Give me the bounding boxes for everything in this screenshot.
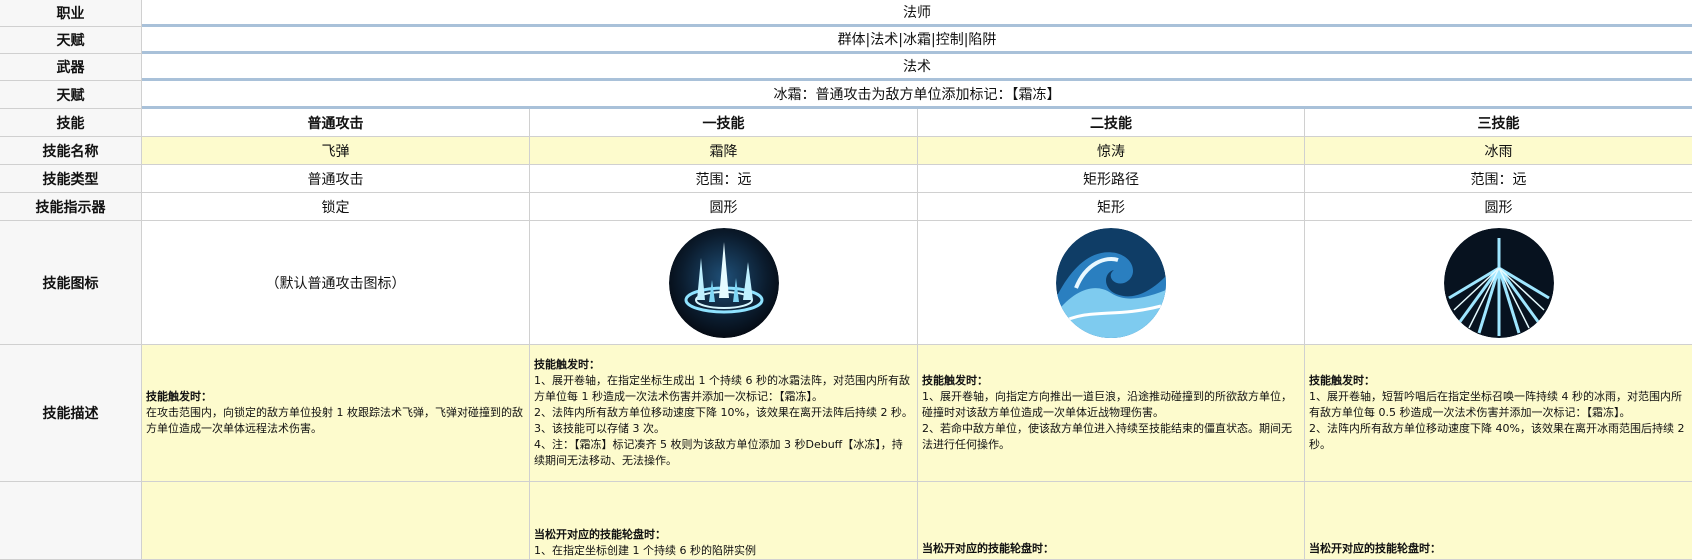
skill-indicator-cell[interactable]: 圆形 xyxy=(1305,193,1692,221)
class-value[interactable]: 法师 xyxy=(142,0,1692,27)
row-label[interactable]: 技能图标 xyxy=(0,221,142,345)
row-skill-header: 技能 普通攻击 一技能 二技能 三技能 xyxy=(0,109,1692,137)
skill-type-cell[interactable]: 范围：远 xyxy=(1305,165,1692,193)
row-skill-type: 技能类型 普通攻击 范围：远 矩形路径 范围：远 xyxy=(0,165,1692,193)
col-header[interactable]: 普通攻击 xyxy=(142,109,530,137)
desc-line: 2、若命中敌方单位，使该敌方单位进入持续至技能结束的僵直状态。期间无法进行任何操… xyxy=(922,422,1292,451)
release-cell[interactable] xyxy=(142,482,530,560)
talent-tags-value[interactable]: 群体|法术|冰霜|控制|陷阱 xyxy=(142,27,1692,54)
skill-type-cell[interactable]: 普通攻击 xyxy=(142,165,530,193)
row-label[interactable]: 技能类型 xyxy=(0,165,142,193)
release-line: 1、在指定坐标创建 1 个持续 6 秒的陷阱实例 xyxy=(534,544,756,557)
desc-line: 2、法阵内所有敌方单位移动速度下降 10%，该效果在离开法阵后持续 2 秒。 xyxy=(534,406,913,419)
desc-line: 3、该技能可以存储 3 次。 xyxy=(534,422,665,435)
col-header[interactable]: 一技能 xyxy=(530,109,918,137)
release-heading: 当松开对应的技能轮盘时： xyxy=(1309,542,1441,555)
skill-desc-cell[interactable]: 技能触发时： 在攻击范围内，向锁定的敌方单位投射 1 枚跟踪法术飞弹，飞弹对碰撞… xyxy=(142,345,530,482)
desc-line: 在攻击范围内，向锁定的敌方单位投射 1 枚跟踪法术飞弹，飞弹对碰撞到的敌方单位造… xyxy=(146,406,523,435)
col-header[interactable]: 二技能 xyxy=(918,109,1305,137)
icon-cell[interactable] xyxy=(1305,221,1692,345)
skill-name-cell[interactable]: 冰雨 xyxy=(1305,137,1692,165)
icon-cell[interactable] xyxy=(918,221,1305,345)
desc-heading: 技能触发时： xyxy=(922,374,988,387)
row-skill-release: 当松开对应的技能轮盘时： 1、在指定坐标创建 1 个持续 6 秒的陷阱实例 当松… xyxy=(0,482,1692,560)
release-cell[interactable]: 当松开对应的技能轮盘时： 1、在指定坐标创建 1 个持续 6 秒的陷阱实例 xyxy=(530,482,918,560)
row-skill-name: 技能名称 飞弹 霜降 惊涛 冰雨 xyxy=(0,137,1692,165)
desc-heading: 技能触发时： xyxy=(1309,374,1375,387)
row-label[interactable]: 技能 xyxy=(0,109,142,137)
weapon-value[interactable]: 法术 xyxy=(142,54,1692,81)
row-label[interactable]: 武器 xyxy=(0,54,142,81)
skill-name-cell[interactable]: 飞弹 xyxy=(142,137,530,165)
row-skill-indicator: 技能指示器 锁定 圆形 矩形 圆形 xyxy=(0,193,1692,221)
skill-desc-cell[interactable]: 技能触发时： 1、展开卷轴，在指定坐标生成出 1 个持续 6 秒的冰霜法阵，对范… xyxy=(530,345,918,482)
release-cell[interactable]: 当松开对应的技能轮盘时： xyxy=(1305,482,1692,560)
row-talent: 天赋 冰霜：普通攻击为敌方单位添加标记：【霜冻】 xyxy=(0,81,1692,109)
skill-desc-cell[interactable]: 技能触发时： 1、展开卷轴，短暂吟唱后在指定坐标召唤一阵持续 4 秒的冰雨，对范… xyxy=(1305,345,1692,482)
desc-line: 1、展开卷轴，向指定方向推出一道巨浪，沿途推动碰撞到的所欲敌方单位，碰撞时对该敌… xyxy=(922,390,1292,419)
skill-type-cell[interactable]: 范围：远 xyxy=(530,165,918,193)
row-label[interactable]: 天赋 xyxy=(0,27,142,54)
frost-circle-icon xyxy=(668,227,779,338)
desc-line: 4、注：【霜冻】标记凑齐 5 枚则为该敌方单位添加 3 秒Debuff【冰冻】，… xyxy=(534,438,903,467)
row-label[interactable]: 技能指示器 xyxy=(0,193,142,221)
row-talent-tags: 天赋 群体|法术|冰霜|控制|陷阱 xyxy=(0,27,1692,54)
skill-type-cell[interactable]: 矩形路径 xyxy=(918,165,1305,193)
skill-indicator-cell[interactable]: 矩形 xyxy=(918,193,1305,221)
release-heading: 当松开对应的技能轮盘时： xyxy=(534,528,666,541)
ice-rain-icon xyxy=(1443,227,1554,338)
skill-desc-cell[interactable]: 技能触发时： 1、展开卷轴，向指定方向推出一道巨浪，沿途推动碰撞到的所欲敌方单位… xyxy=(918,345,1305,482)
desc-line: 1、展开卷轴，短暂吟唱后在指定坐标召唤一阵持续 4 秒的冰雨，对范围内所有敌方单… xyxy=(1309,390,1682,419)
skill-indicator-cell[interactable]: 圆形 xyxy=(530,193,918,221)
talent-value[interactable]: 冰霜：普通攻击为敌方单位添加标记：【霜冻】 xyxy=(142,81,1692,109)
skill-name-cell[interactable]: 惊涛 xyxy=(918,137,1305,165)
skill-name-cell[interactable]: 霜降 xyxy=(530,137,918,165)
row-label[interactable]: 技能描述 xyxy=(0,345,142,482)
row-label[interactable]: 天赋 xyxy=(0,81,142,109)
desc-line: 2、法阵内所有敌方单位移动速度下降 40%，该效果在离开冰雨范围后持续 2 秒。 xyxy=(1309,422,1685,451)
row-label[interactable]: 技能名称 xyxy=(0,137,142,165)
row-skill-icon: 技能图标 （默认普通攻击图标） xyxy=(0,221,1692,345)
release-cell[interactable]: 当松开对应的技能轮盘时： xyxy=(918,482,1305,560)
col-header[interactable]: 三技能 xyxy=(1305,109,1692,137)
row-class: 职业 法师 xyxy=(0,0,1692,27)
desc-heading: 技能触发时： xyxy=(146,390,212,403)
spreadsheet: 职业 法师 天赋 群体|法术|冰霜|控制|陷阱 武器 法术 天赋 冰霜：普通攻击… xyxy=(0,0,1692,560)
desc-heading: 技能触发时： xyxy=(534,358,600,371)
row-label[interactable] xyxy=(0,482,142,560)
default-icon-cell[interactable]: （默认普通攻击图标） xyxy=(142,221,530,345)
desc-line: 1、展开卷轴，在指定坐标生成出 1 个持续 6 秒的冰霜法阵，对范围内所有敌方单… xyxy=(534,374,910,403)
default-icon-text: （默认普通攻击图标） xyxy=(265,275,406,292)
row-label[interactable]: 职业 xyxy=(0,0,142,27)
skill-indicator-cell[interactable]: 锁定 xyxy=(142,193,530,221)
wave-icon xyxy=(1056,227,1166,338)
icon-cell[interactable] xyxy=(530,221,918,345)
row-weapon: 武器 法术 xyxy=(0,54,1692,81)
release-heading: 当松开对应的技能轮盘时： xyxy=(922,542,1054,555)
row-skill-desc: 技能描述 技能触发时： 在攻击范围内，向锁定的敌方单位投射 1 枚跟踪法术飞弹，… xyxy=(0,345,1692,482)
